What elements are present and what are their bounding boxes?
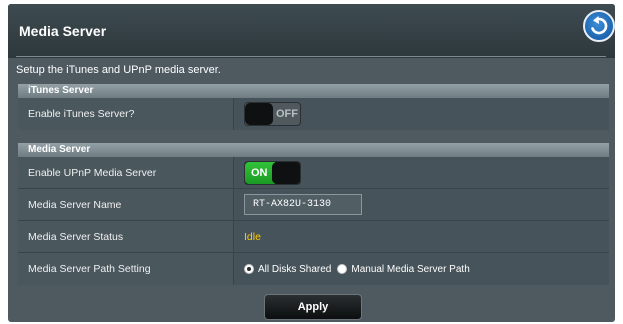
itunes-enable-row: Enable iTunes Server? OFF bbox=[18, 98, 609, 130]
status-text: Idle bbox=[244, 230, 261, 243]
radio-manual-path-label[interactable]: Manual Media Server Path bbox=[351, 264, 469, 275]
back-button[interactable] bbox=[583, 10, 615, 42]
toggle-knob bbox=[245, 103, 273, 125]
radio-selected-dot bbox=[247, 267, 251, 271]
toggle-knob bbox=[272, 161, 300, 184]
itunes-enable-value: OFF bbox=[234, 98, 609, 130]
itunes-enable-label: Enable iTunes Server? bbox=[18, 98, 234, 130]
itunes-server-toggle[interactable]: OFF bbox=[244, 102, 301, 126]
server-status-value: Idle bbox=[234, 221, 609, 252]
toggle-state-label: OFF bbox=[276, 108, 298, 120]
toggle-state-label: ON bbox=[251, 166, 268, 179]
upnp-enable-row: Enable UPnP Media Server ON bbox=[18, 157, 609, 189]
upnp-media-server-toggle[interactable]: ON bbox=[244, 160, 301, 185]
server-status-label: Media Server Status bbox=[18, 221, 234, 252]
radio-manual-path[interactable] bbox=[337, 264, 348, 274]
apply-button[interactable]: Apply bbox=[264, 294, 362, 320]
server-name-label: Media Server Name bbox=[18, 189, 234, 220]
upnp-enable-value: ON bbox=[234, 157, 609, 188]
server-name-value bbox=[234, 189, 609, 220]
itunes-server-section: iTunes Server Enable iTunes Server? OFF bbox=[18, 84, 609, 130]
title-divider bbox=[16, 56, 606, 57]
path-radio-group: All Disks Shared Manual Media Server Pat… bbox=[244, 264, 476, 275]
media-server-section: Media Server Enable UPnP Media Server ON… bbox=[18, 143, 609, 285]
server-name-row: Media Server Name bbox=[18, 189, 609, 221]
path-setting-row: Media Server Path Setting All Disks Shar… bbox=[18, 253, 609, 285]
radio-all-disks[interactable] bbox=[244, 264, 254, 274]
upnp-enable-label: Enable UPnP Media Server bbox=[18, 157, 234, 188]
section-heading-media: Media Server bbox=[18, 143, 609, 157]
server-status-row: Media Server Status Idle bbox=[18, 221, 609, 253]
back-arrow-icon bbox=[591, 16, 608, 35]
radio-all-disks-label[interactable]: All Disks Shared bbox=[258, 264, 331, 275]
path-setting-label: Media Server Path Setting bbox=[18, 253, 234, 285]
panel-header: Media Server bbox=[8, 4, 615, 58]
section-heading-itunes: iTunes Server bbox=[18, 84, 609, 98]
media-server-name-input[interactable] bbox=[244, 194, 362, 215]
media-server-panel: Media Server Setup the iTunes and UPnP m… bbox=[8, 4, 615, 322]
page-title: Media Server bbox=[19, 23, 107, 39]
path-setting-value: All Disks Shared Manual Media Server Pat… bbox=[234, 253, 609, 285]
page-description: Setup the iTunes and UPnP media server. bbox=[16, 64, 221, 76]
